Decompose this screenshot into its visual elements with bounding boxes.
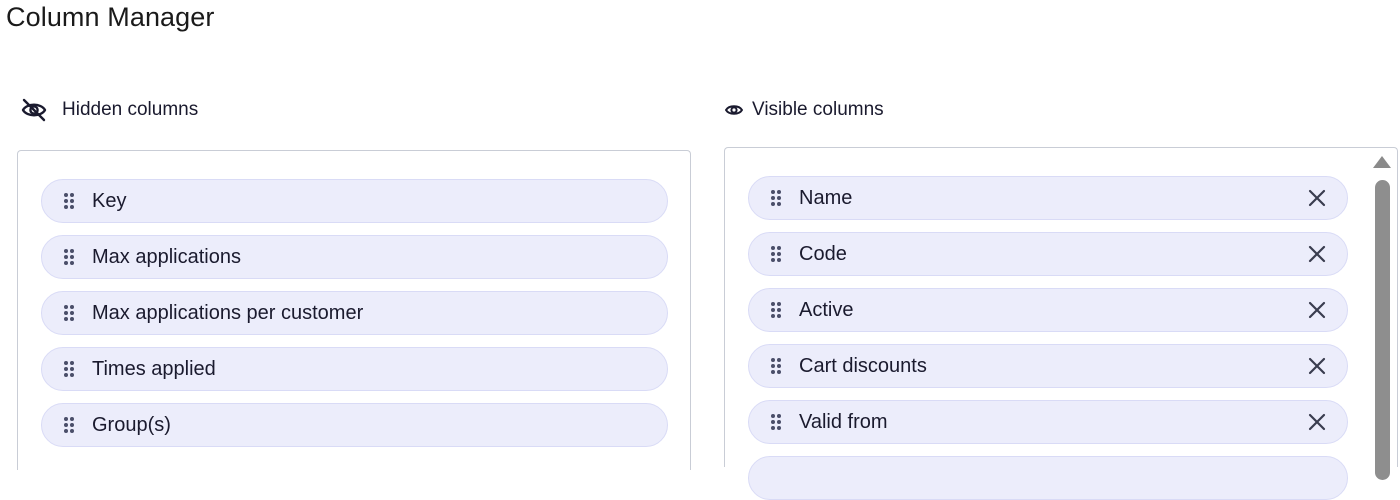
close-icon[interactable] xyxy=(1305,242,1329,266)
drag-handle-icon[interactable] xyxy=(769,188,783,208)
close-icon[interactable] xyxy=(1305,354,1329,378)
column-label: Code xyxy=(799,242,847,265)
scrollbar-thumb[interactable] xyxy=(1375,180,1390,480)
drag-handle-icon[interactable] xyxy=(769,356,783,376)
drag-handle-icon[interactable] xyxy=(62,247,76,267)
drag-handle-icon[interactable] xyxy=(62,359,76,379)
hidden-column-item-key[interactable]: Key xyxy=(41,179,668,223)
hidden-column-item-times-applied[interactable]: Times applied xyxy=(41,347,668,391)
drag-handle-icon[interactable] xyxy=(62,191,76,211)
close-icon[interactable] xyxy=(1305,410,1329,434)
column-label: Cart discounts xyxy=(799,354,927,377)
visible-columns-title: Visible columns xyxy=(752,99,884,120)
column-label: Times applied xyxy=(92,357,216,380)
hidden-columns-title: Hidden columns xyxy=(62,99,199,120)
column-label: Max applications per customer xyxy=(92,301,364,324)
visible-column-item-cart-discounts[interactable]: Cart discounts xyxy=(748,344,1348,388)
drag-handle-icon[interactable] xyxy=(62,415,76,435)
hidden-column-item-max-applications[interactable]: Max applications xyxy=(41,235,668,279)
column-label: Valid from xyxy=(799,410,888,433)
drag-handle-icon[interactable] xyxy=(62,303,76,323)
hidden-columns-list: Key Max applications Max applications pe… xyxy=(17,150,691,470)
close-icon[interactable] xyxy=(1305,298,1329,322)
visible-columns-list: Name Code Active Cart discounts Valid fr… xyxy=(724,147,1398,500)
drag-handle-icon[interactable] xyxy=(769,244,783,264)
visible-column-item-valid-from[interactable]: Valid from xyxy=(748,400,1348,444)
column-label: Group(s) xyxy=(92,413,171,436)
visible-column-item-name[interactable]: Name xyxy=(748,176,1348,220)
column-label: Max applications xyxy=(92,245,241,268)
page-title: Column Manager xyxy=(6,2,215,32)
eye-off-icon xyxy=(20,96,48,124)
visible-column-item-active[interactable]: Active xyxy=(748,288,1348,332)
close-icon[interactable] xyxy=(1305,186,1329,210)
drag-handle-icon[interactable] xyxy=(769,300,783,320)
hidden-column-item-groups[interactable]: Group(s) xyxy=(41,403,668,447)
scroll-up-arrow-icon[interactable] xyxy=(1373,156,1391,168)
hidden-columns-header: Hidden columns xyxy=(20,96,198,124)
column-label: Active xyxy=(799,298,854,321)
hidden-column-item-max-applications-per-customer[interactable]: Max applications per customer xyxy=(41,291,668,335)
visible-columns-header: Visible columns xyxy=(724,96,884,124)
visible-column-item-partial[interactable] xyxy=(748,456,1348,500)
column-label: Name xyxy=(799,186,853,209)
visible-column-item-code[interactable]: Code xyxy=(748,232,1348,276)
drag-handle-icon[interactable] xyxy=(769,412,783,432)
eye-icon xyxy=(724,96,744,124)
column-label: Key xyxy=(92,189,127,212)
